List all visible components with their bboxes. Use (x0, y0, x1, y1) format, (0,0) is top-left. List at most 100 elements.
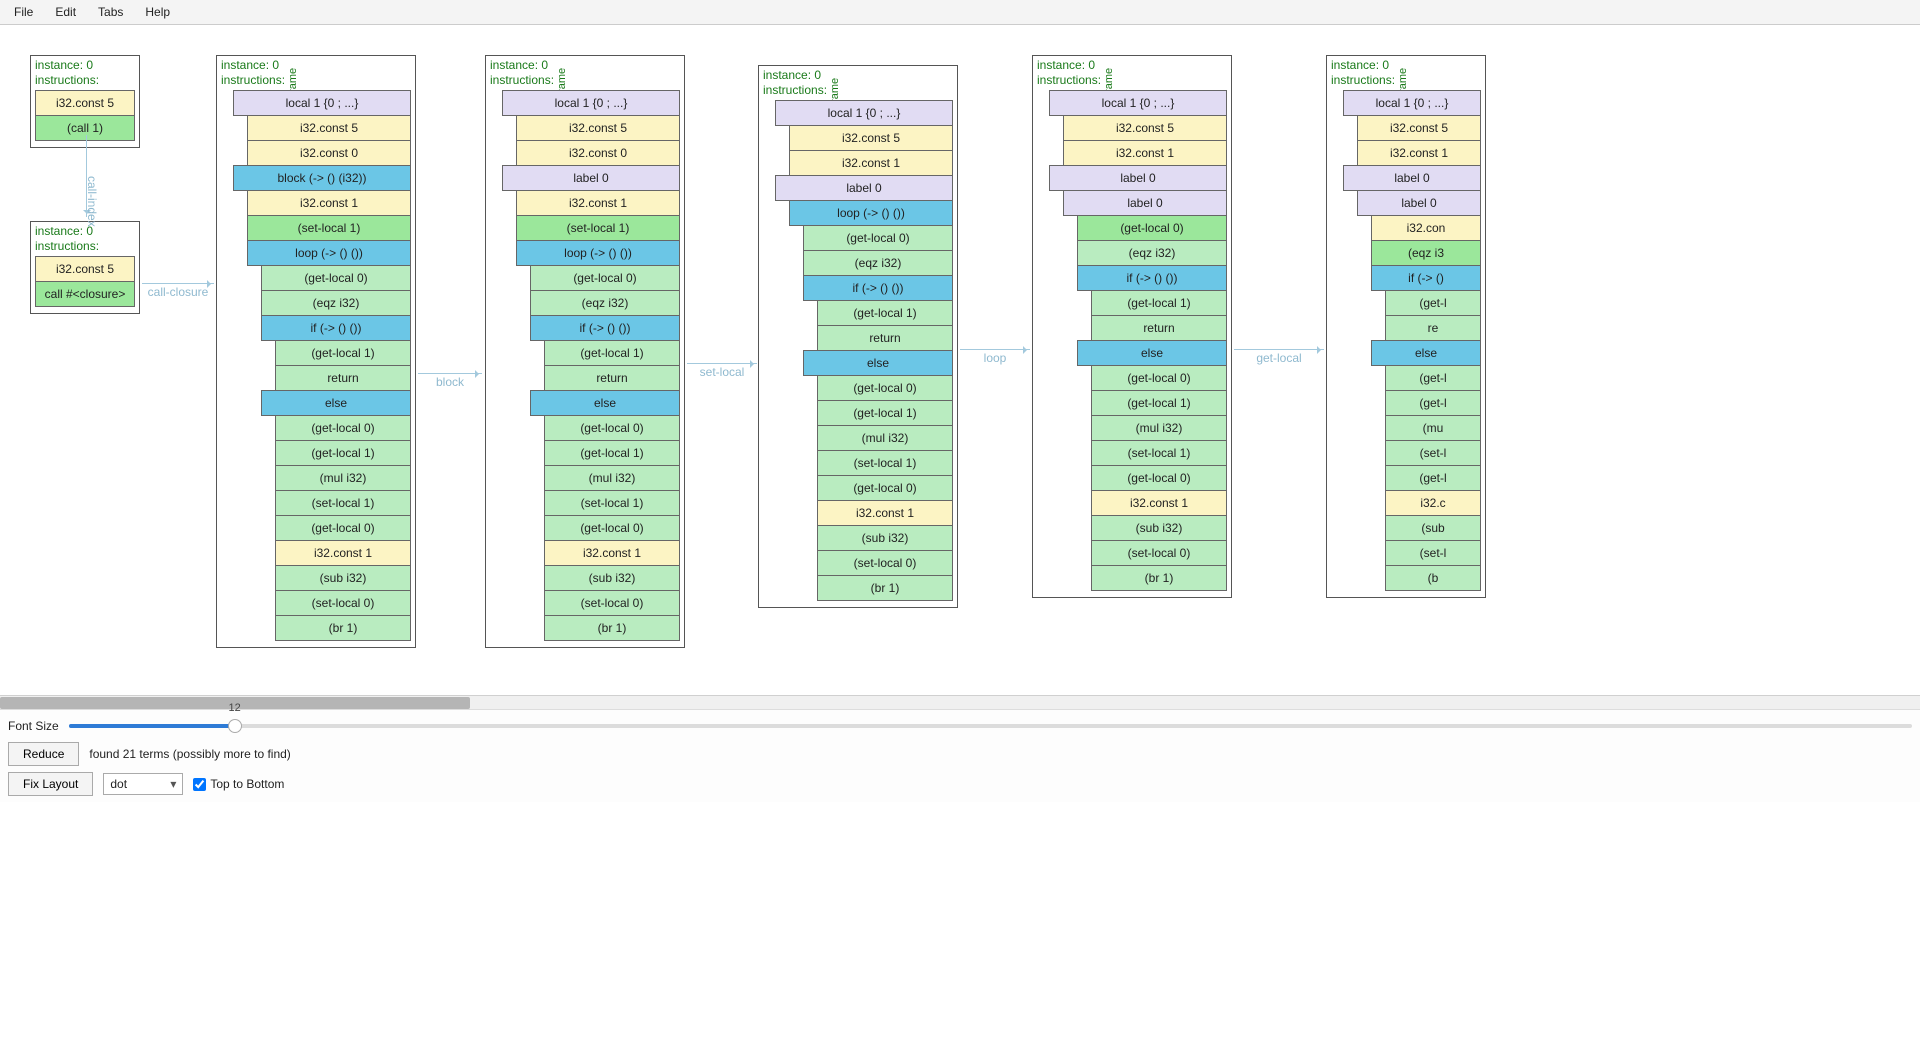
instruction[interactable]: (get-local 0) (1091, 365, 1227, 391)
instruction[interactable]: (sub i32) (817, 525, 953, 551)
instruction[interactable]: (set-local 0) (275, 590, 411, 616)
instruction[interactable]: if (-> () ()) (803, 275, 953, 301)
instruction[interactable]: (get-local 1) (1091, 390, 1227, 416)
instruction[interactable]: label 0 (1357, 190, 1481, 216)
instruction[interactable]: (get-local 0) (275, 415, 411, 441)
horizontal-scrollbar[interactable] (0, 695, 1920, 709)
instruction[interactable]: i32.const 1 (1091, 490, 1227, 516)
instruction[interactable]: (get-local 0) (817, 475, 953, 501)
instruction[interactable]: (mul i32) (275, 465, 411, 491)
instruction[interactable]: (set-local 1) (544, 490, 680, 516)
top-to-bottom-checkbox[interactable]: Top to Bottom (193, 777, 284, 791)
instruction[interactable]: i32.const 1 (1063, 140, 1227, 166)
fix-layout-button[interactable]: Fix Layout (8, 772, 93, 796)
instruction[interactable]: (set-local 0) (544, 590, 680, 616)
instruction[interactable]: (set-l (1385, 540, 1481, 566)
instruction-panel[interactable]: instance: 0 instructions:framelocal 1 {0… (1032, 55, 1232, 598)
instruction[interactable]: (eqz i32) (530, 290, 680, 316)
menu-help[interactable]: Help (135, 2, 180, 22)
instruction[interactable]: label 0 (1049, 165, 1227, 191)
instruction[interactable]: (get-local 0) (530, 265, 680, 291)
graph-viewport[interactable]: instance: 0 instructions:i32.const 5(cal… (0, 25, 1920, 695)
menu-file[interactable]: File (4, 2, 43, 22)
instruction[interactable]: (get-local 1) (275, 340, 411, 366)
instruction[interactable]: (mul i32) (817, 425, 953, 451)
layout-engine-select[interactable]: dot (103, 773, 183, 795)
instruction[interactable]: i32.const 5 (1063, 115, 1227, 141)
instruction-panel[interactable]: instance: 0 instructions:framelocal 1 {0… (485, 55, 685, 648)
instruction[interactable]: else (261, 390, 411, 416)
instruction[interactable]: (get-l (1385, 365, 1481, 391)
instruction[interactable]: (set-local 1) (516, 215, 680, 241)
instruction[interactable]: local 1 {0 ; ...} (1049, 90, 1227, 116)
instruction[interactable]: (get-local 0) (261, 265, 411, 291)
instruction[interactable]: (get-local 0) (544, 415, 680, 441)
instruction[interactable]: i32.const 1 (817, 500, 953, 526)
instruction[interactable]: label 0 (1343, 165, 1481, 191)
instruction[interactable]: else (530, 390, 680, 416)
instruction[interactable]: (get-local 0) (1077, 215, 1227, 241)
instruction[interactable]: i32.c (1385, 490, 1481, 516)
instruction[interactable]: return (1091, 315, 1227, 341)
instruction[interactable]: (eqz i32) (803, 250, 953, 276)
instruction[interactable]: (get-local 0) (1091, 465, 1227, 491)
instruction[interactable]: (get-local 1) (544, 340, 680, 366)
instruction[interactable]: i32.const 1 (247, 190, 411, 216)
instruction[interactable]: i32.const 5 (247, 115, 411, 141)
font-size-slider[interactable]: 12 (69, 716, 1912, 736)
instruction[interactable]: (mul i32) (544, 465, 680, 491)
instruction[interactable]: (sub (1385, 515, 1481, 541)
instruction[interactable]: if (-> () ()) (261, 315, 411, 341)
instruction[interactable]: (br 1) (817, 575, 953, 601)
reduce-button[interactable]: Reduce (8, 742, 79, 766)
instruction[interactable]: (get-l (1385, 390, 1481, 416)
instruction[interactable]: label 0 (1063, 190, 1227, 216)
instruction-panel[interactable]: instance: 0 instructions:framelocal 1 {0… (216, 55, 416, 648)
instruction-panel[interactable]: instance: 0 instructions:framelocal 1 {0… (758, 65, 958, 608)
instruction[interactable]: i32.const 1 (275, 540, 411, 566)
instruction[interactable]: (get-l (1385, 290, 1481, 316)
instruction[interactable]: (get-local 0) (275, 515, 411, 541)
instruction[interactable]: return (544, 365, 680, 391)
instruction[interactable]: (sub i32) (544, 565, 680, 591)
instruction[interactable]: if (-> () ()) (530, 315, 680, 341)
instruction[interactable]: (eqz i32) (1077, 240, 1227, 266)
instruction[interactable]: else (1371, 340, 1481, 366)
instruction[interactable]: else (1077, 340, 1227, 366)
instruction[interactable]: (set-local 1) (817, 450, 953, 476)
instruction[interactable]: local 1 {0 ; ...} (1343, 90, 1481, 116)
instruction[interactable]: loop (-> () ()) (789, 200, 953, 226)
instruction[interactable]: (mu (1385, 415, 1481, 441)
menu-tabs[interactable]: Tabs (88, 2, 133, 22)
instruction[interactable]: i32.const 5 (35, 256, 135, 282)
instruction[interactable]: call #<closure> (35, 281, 135, 307)
instruction[interactable]: (get-local 0) (544, 515, 680, 541)
instruction[interactable]: i32.const 5 (35, 90, 135, 116)
instruction[interactable]: return (817, 325, 953, 351)
instruction[interactable]: i32.con (1371, 215, 1481, 241)
instruction[interactable]: i32.const 1 (1357, 140, 1481, 166)
instruction[interactable]: (set-local 1) (247, 215, 411, 241)
instruction-panel[interactable]: instance: 0 instructions:i32.const 5call… (30, 221, 140, 314)
instruction[interactable]: i32.const 5 (789, 125, 953, 151)
instruction[interactable]: label 0 (502, 165, 680, 191)
instruction[interactable]: block (-> () (i32)) (233, 165, 411, 191)
instruction[interactable]: local 1 {0 ; ...} (233, 90, 411, 116)
instruction[interactable]: (b (1385, 565, 1481, 591)
instruction[interactable]: label 0 (775, 175, 953, 201)
instruction[interactable]: (set-local 0) (817, 550, 953, 576)
instruction[interactable]: (br 1) (275, 615, 411, 641)
instruction[interactable]: (set-local 1) (1091, 440, 1227, 466)
instruction[interactable]: return (275, 365, 411, 391)
instruction[interactable]: i32.const 0 (516, 140, 680, 166)
instruction[interactable]: (get-local 0) (817, 375, 953, 401)
instruction[interactable]: if (-> () (1371, 265, 1481, 291)
instruction[interactable]: loop (-> () ()) (516, 240, 680, 266)
instruction[interactable]: local 1 {0 ; ...} (502, 90, 680, 116)
instruction[interactable]: i32.const 1 (516, 190, 680, 216)
instruction[interactable]: i32.const 5 (1357, 115, 1481, 141)
instruction[interactable]: loop (-> () ()) (247, 240, 411, 266)
instruction-panel[interactable]: instance: 0 instructions:framelocal 1 {0… (1326, 55, 1486, 598)
instruction[interactable]: if (-> () ()) (1077, 265, 1227, 291)
instruction[interactable]: (mul i32) (1091, 415, 1227, 441)
